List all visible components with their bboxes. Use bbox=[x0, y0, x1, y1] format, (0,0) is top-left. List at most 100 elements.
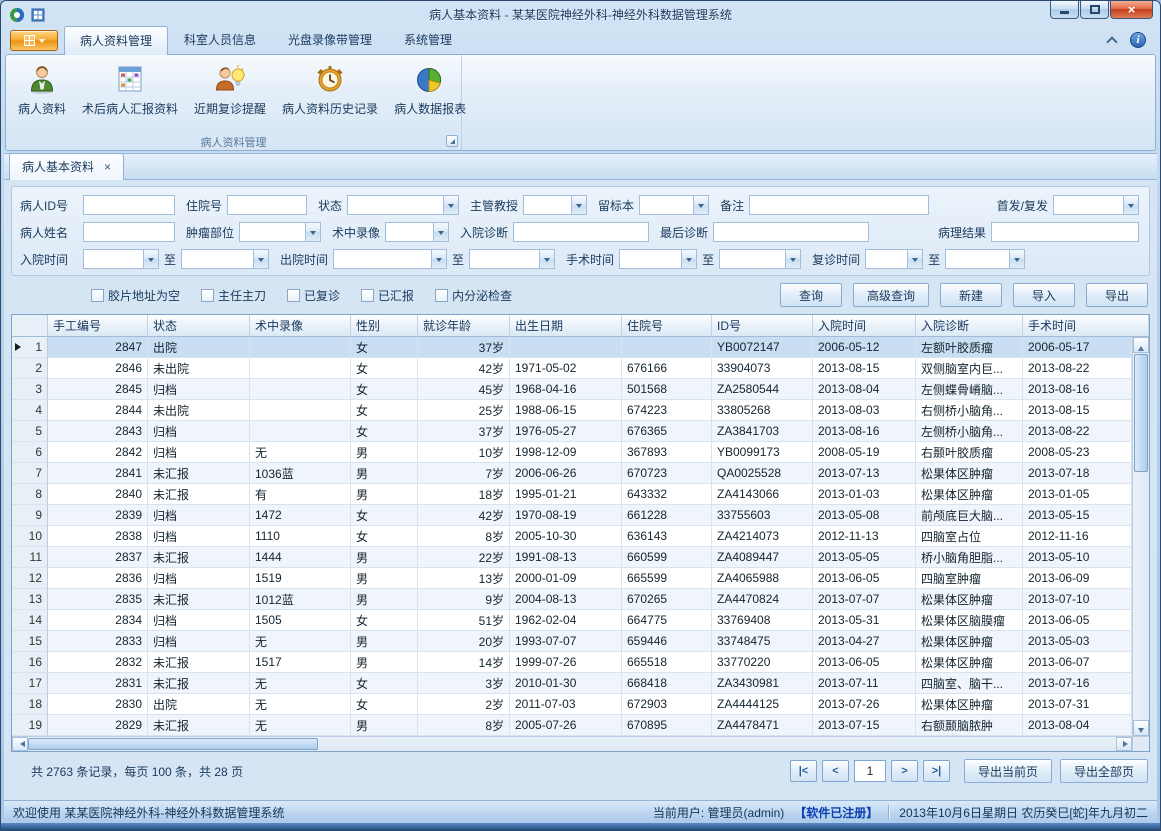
chevron-down-icon[interactable] bbox=[681, 250, 696, 268]
ribbon-tab[interactable]: 系统管理 bbox=[388, 25, 468, 54]
page-number-input[interactable] bbox=[854, 760, 886, 782]
ribbon-tab[interactable]: 病人资料管理 bbox=[64, 26, 168, 55]
column-header-admission-time[interactable]: 入院时间 bbox=[813, 315, 916, 337]
ribbon-tab[interactable]: 光盘录像带管理 bbox=[272, 25, 388, 54]
final-diagnosis-input[interactable] bbox=[713, 222, 869, 242]
column-header-birth-date[interactable]: 出生日期 bbox=[510, 315, 622, 337]
table-row[interactable]: 3 2845 归档 女 45岁 1968-04-16 501568 ZA2580… bbox=[12, 379, 1132, 400]
scroll-left-icon[interactable] bbox=[12, 737, 28, 751]
table-row[interactable]: 11 2837 未汇报 1444 男 22岁 1991-08-13 660599… bbox=[12, 547, 1132, 568]
tab-close-icon[interactable]: × bbox=[104, 161, 111, 173]
checkbox-icon[interactable] bbox=[287, 289, 300, 302]
chevron-down-icon[interactable] bbox=[1123, 196, 1138, 214]
tumor-site-combo[interactable] bbox=[239, 222, 321, 242]
horizontal-scrollbar-thumb[interactable] bbox=[28, 738, 318, 750]
column-header-surgery-video[interactable]: 术中录像 bbox=[250, 315, 351, 337]
chevron-down-icon[interactable] bbox=[433, 223, 448, 241]
table-row[interactable]: 17 2831 未汇报 无 女 3岁 2010-01-30 668418 ZA3… bbox=[12, 673, 1132, 694]
surgery-time-from-combo[interactable] bbox=[619, 249, 697, 269]
quick-access-window-icon[interactable] bbox=[30, 7, 46, 23]
checkbox-icon[interactable] bbox=[361, 289, 374, 302]
action-button[interactable]: 新建 bbox=[940, 283, 1002, 307]
column-header-admission-diagnosis[interactable]: 入院诊断 bbox=[916, 315, 1023, 337]
table-row[interactable]: 1 2847 出院 女 37岁 YB0072147 2006-05-12 左额叶… bbox=[12, 337, 1132, 358]
scroll-right-icon[interactable] bbox=[1116, 737, 1132, 751]
discharge-time-to-combo[interactable] bbox=[469, 249, 555, 269]
chevron-down-icon[interactable] bbox=[443, 196, 458, 214]
chevron-down-icon[interactable] bbox=[143, 250, 158, 268]
revisit-time-to-combo[interactable] bbox=[945, 249, 1025, 269]
filter-checkbox[interactable]: 胶片地址为空 bbox=[91, 287, 180, 304]
hospital-no-input[interactable] bbox=[227, 195, 307, 215]
dialog-launcher-icon[interactable] bbox=[446, 135, 458, 147]
table-row[interactable]: 16 2832 未汇报 1517 男 14岁 1999-07-26 665518… bbox=[12, 652, 1132, 673]
discharge-time-from-combo[interactable] bbox=[333, 249, 447, 269]
professor-combo[interactable] bbox=[523, 195, 587, 215]
table-row[interactable]: 12 2836 归档 1519 男 13岁 2000-01-09 665599 … bbox=[12, 568, 1132, 589]
patient-name-input[interactable] bbox=[83, 222, 175, 242]
status-combo[interactable] bbox=[347, 195, 459, 215]
vertical-scrollbar-thumb[interactable] bbox=[1134, 354, 1148, 472]
column-header-surgery-time[interactable]: 手术时间 bbox=[1023, 315, 1149, 337]
horizontal-scrollbar-track[interactable] bbox=[318, 737, 1116, 751]
table-row[interactable]: 14 2834 归档 1505 女 51岁 1962-02-04 664775 … bbox=[12, 610, 1132, 631]
tab-patient-basic-data[interactable]: 病人基本资料 × bbox=[9, 153, 124, 180]
next-page-button[interactable]: > bbox=[891, 760, 918, 782]
chevron-down-icon[interactable] bbox=[1009, 250, 1024, 268]
chevron-down-icon[interactable] bbox=[571, 196, 586, 214]
ribbon-button-revisit-reminder[interactable]: 近期复诊提醒 bbox=[186, 59, 274, 119]
column-header-id-no[interactable]: ID号 bbox=[712, 315, 813, 337]
filter-checkbox[interactable]: 已复诊 bbox=[287, 287, 340, 304]
chevron-down-icon[interactable] bbox=[253, 250, 268, 268]
last-page-button[interactable]: >| bbox=[923, 760, 950, 782]
admission-time-from-combo[interactable] bbox=[83, 249, 159, 269]
scroll-up-icon[interactable] bbox=[1133, 337, 1149, 353]
vertical-scrollbar[interactable] bbox=[1132, 337, 1149, 736]
column-header-hospital-no[interactable]: 住院号 bbox=[622, 315, 712, 337]
table-row[interactable]: 7 2841 未汇报 1036蓝 男 7岁 2006-06-26 670723 … bbox=[12, 463, 1132, 484]
chevron-down-icon[interactable] bbox=[785, 250, 800, 268]
chevron-down-icon[interactable] bbox=[907, 250, 922, 268]
action-button[interactable]: 查询 bbox=[780, 283, 842, 307]
ribbon-button-patient-data[interactable]: 病人资料 bbox=[10, 59, 74, 119]
prev-page-button[interactable]: < bbox=[822, 760, 849, 782]
table-row[interactable]: 19 2829 未汇报 无 男 8岁 2005-07-26 670895 ZA4… bbox=[12, 715, 1132, 736]
column-header-age[interactable]: 就诊年龄 bbox=[418, 315, 510, 337]
ribbon-button-postop-report[interactable]: 术后病人汇报资料 bbox=[74, 59, 186, 119]
scroll-down-icon[interactable] bbox=[1133, 720, 1149, 736]
filter-checkbox[interactable]: 已汇报 bbox=[361, 287, 414, 304]
minimize-button[interactable] bbox=[1050, 1, 1079, 19]
table-row[interactable]: 18 2830 出院 无 女 2岁 2011-07-03 672903 ZA44… bbox=[12, 694, 1132, 715]
close-button[interactable]: × bbox=[1110, 1, 1153, 19]
horizontal-scrollbar[interactable] bbox=[12, 736, 1149, 751]
admission-time-to-combo[interactable] bbox=[181, 249, 269, 269]
ribbon-button-history-record[interactable]: 病人资料历史记录 bbox=[274, 59, 386, 119]
export-current-page-button[interactable]: 导出当前页 bbox=[964, 759, 1052, 783]
table-row[interactable]: 6 2842 归档 无 男 10岁 1998-12-09 367893 YB00… bbox=[12, 442, 1132, 463]
patient-id-input[interactable] bbox=[83, 195, 175, 215]
info-icon[interactable]: i bbox=[1130, 32, 1146, 48]
export-all-pages-button[interactable]: 导出全部页 bbox=[1060, 759, 1148, 783]
checkbox-icon[interactable] bbox=[201, 289, 214, 302]
pathology-result-input[interactable] bbox=[991, 222, 1139, 242]
ribbon-tab[interactable]: 科室人员信息 bbox=[168, 25, 272, 54]
chevron-down-icon[interactable] bbox=[431, 250, 446, 268]
checkbox-icon[interactable] bbox=[435, 289, 448, 302]
chevron-down-icon[interactable] bbox=[693, 196, 708, 214]
table-row[interactable]: 5 2843 归档 女 37岁 1976-05-27 676365 ZA3841… bbox=[12, 421, 1132, 442]
first-recurrence-combo[interactable] bbox=[1053, 195, 1139, 215]
action-button[interactable]: 高级查询 bbox=[853, 283, 929, 307]
table-row[interactable]: 4 2844 未出院 女 25岁 1988-06-15 674223 33805… bbox=[12, 400, 1132, 421]
action-button[interactable]: 导入 bbox=[1013, 283, 1075, 307]
table-row[interactable]: 8 2840 未汇报 有 男 18岁 1995-01-21 643332 ZA4… bbox=[12, 484, 1132, 505]
ribbon-button-data-report[interactable]: 病人数据报表 bbox=[386, 59, 474, 119]
table-row[interactable]: 10 2838 归档 1110 女 8岁 2005-10-30 636143 Z… bbox=[12, 526, 1132, 547]
chevron-down-icon[interactable] bbox=[539, 250, 554, 268]
chevron-down-icon[interactable] bbox=[305, 223, 320, 241]
filter-checkbox[interactable]: 主任主刀 bbox=[201, 287, 266, 304]
column-header-status[interactable]: 状态 bbox=[148, 315, 250, 337]
first-page-button[interactable]: |< bbox=[790, 760, 817, 782]
table-row[interactable]: 2 2846 未出院 女 42岁 1971-05-02 676166 33904… bbox=[12, 358, 1132, 379]
filter-checkbox[interactable]: 内分泌检查 bbox=[435, 287, 512, 304]
checkbox-icon[interactable] bbox=[91, 289, 104, 302]
